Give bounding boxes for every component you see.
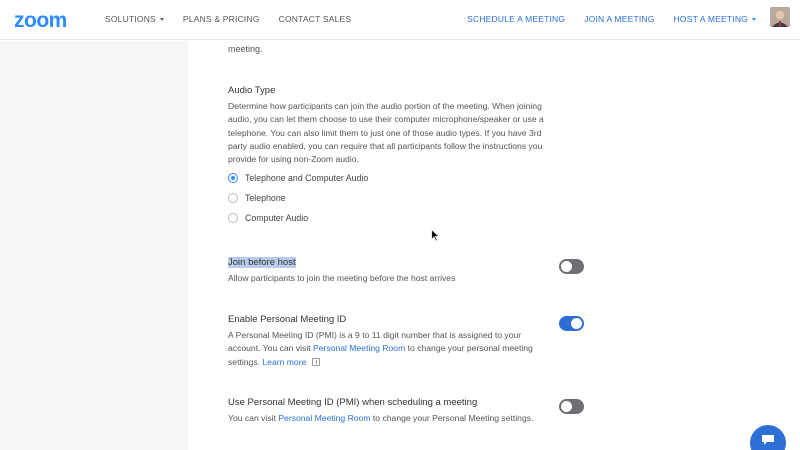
join-before-host-title: Join before host <box>228 257 296 268</box>
settings-content: meeting. Audio Type Determine how partic… <box>188 41 800 450</box>
pmi-toggle[interactable] <box>559 316 584 331</box>
secondary-nav: SCHEDULE A MEETING JOIN A MEETING HOST A… <box>448 14 756 24</box>
radio-telephone-and-computer-audio[interactable]: Telephone and Computer Audio <box>228 173 368 183</box>
toggle-knob <box>561 261 572 272</box>
personal-meeting-room-link[interactable]: Personal Meeting Room <box>278 413 370 423</box>
pmi-scheduling-description: You can visit Personal Meeting Room to c… <box>228 413 534 423</box>
toggle-knob <box>571 318 582 329</box>
radio-telephone[interactable]: Telephone <box>228 193 286 203</box>
pmi-title: Enable Personal Meeting ID <box>228 314 347 325</box>
audio-type-title: Audio Type <box>228 85 276 96</box>
nav-host-meeting[interactable]: HOST A MEETING <box>674 14 756 24</box>
pmi-scheduling-toggle[interactable] <box>559 399 584 414</box>
join-before-host-description: Allow participants to join the meeting b… <box>228 273 456 283</box>
radio-button[interactable] <box>228 173 238 183</box>
clipped-description: meeting. <box>228 44 263 54</box>
radio-button[interactable] <box>228 193 238 203</box>
radio-computer-audio[interactable]: Computer Audio <box>228 213 308 223</box>
left-sidebar <box>0 41 188 450</box>
chat-icon <box>762 435 774 445</box>
nav-solutions[interactable]: SOLUTIONS <box>105 14 164 24</box>
primary-nav: SOLUTIONS PLANS & PRICING CONTACT SALES <box>105 14 370 24</box>
external-link-icon[interactable] <box>312 358 321 367</box>
zoom-logo[interactable]: zoom <box>14 9 67 33</box>
mouse-cursor-icon <box>431 229 440 242</box>
chevron-down-icon <box>752 18 756 22</box>
personal-meeting-room-link[interactable]: Personal Meeting Room <box>313 343 405 353</box>
pmi-scheduling-title: Use Personal Meeting ID (PMI) when sched… <box>228 397 478 408</box>
audio-type-description: Determine how participants can join the … <box>228 101 544 165</box>
nav-plans-pricing[interactable]: PLANS & PRICING <box>183 14 260 24</box>
pmi-description: A Personal Meeting ID (PMI) is a 9 to 11… <box>228 330 533 367</box>
learn-more-link[interactable]: Learn more <box>262 357 306 367</box>
avatar[interactable] <box>770 7 790 27</box>
nav-schedule-meeting[interactable]: SCHEDULE A MEETING <box>467 14 565 24</box>
radio-button[interactable] <box>228 213 238 223</box>
join-before-host-toggle[interactable] <box>559 259 584 274</box>
nav-contact-sales[interactable]: CONTACT SALES <box>279 14 352 24</box>
top-nav: zoom SOLUTIONS PLANS & PRICING CONTACT S… <box>0 0 800 40</box>
chevron-down-icon <box>159 18 164 22</box>
nav-join-meeting[interactable]: JOIN A MEETING <box>584 14 654 24</box>
toggle-knob <box>561 401 572 412</box>
